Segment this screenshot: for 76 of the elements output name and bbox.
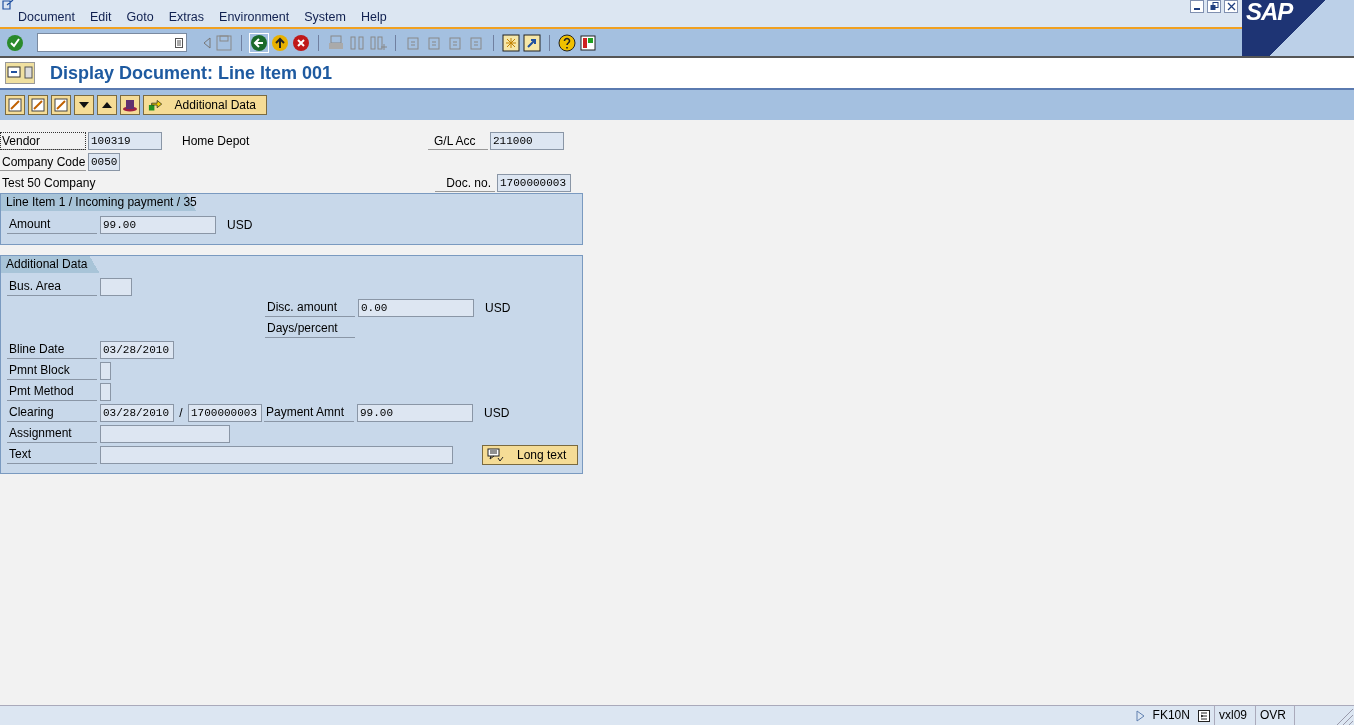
restore-icon [1209, 2, 1219, 11]
menu-item[interactable]: Environment [219, 10, 290, 27]
clearing-date-field[interactable]: 03/28/2010 [100, 403, 174, 422]
minimize-button[interactable] [1190, 0, 1204, 13]
hat-button[interactable] [120, 95, 140, 115]
additional-data-button[interactable]: Additional Data [143, 95, 267, 115]
menu-item[interactable]: Help [360, 10, 387, 27]
triangle-up-icon [101, 100, 113, 110]
vendor-name: Home Depot [181, 132, 251, 150]
text-field[interactable] [100, 445, 453, 464]
baseline-date-field[interactable]: 03/28/2010 [100, 340, 174, 359]
shortcut-icon[interactable] [523, 33, 541, 52]
triangle-down-icon [78, 100, 90, 110]
discount-amount-field[interactable]: 0.00 [358, 298, 474, 317]
input-mode: OVR [1255, 706, 1290, 725]
company-code-field[interactable]: 0050 [88, 152, 120, 171]
resize-grip-icon[interactable] [1334, 706, 1354, 725]
gl-account-field[interactable]: 211000 [490, 131, 564, 150]
menu-item[interactable]: Document [18, 10, 75, 27]
field-label: Amount [7, 215, 97, 234]
field-label: G/L Acc [428, 131, 488, 150]
field-label: Pmt Method [7, 382, 97, 401]
payment-block-field[interactable] [100, 361, 111, 380]
document-icon[interactable] [2, 0, 14, 10]
payment-method-field[interactable] [100, 382, 111, 401]
list-icon[interactable] [175, 37, 183, 48]
payment-amount-field[interactable]: 99.00 [357, 403, 473, 422]
back-icon[interactable] [250, 33, 268, 52]
speech-bubble-icon [487, 447, 505, 462]
long-text-button[interactable]: Long text [482, 444, 578, 465]
document-number-field[interactable]: 1700000003 [497, 173, 571, 192]
close-button[interactable] [1224, 0, 1238, 13]
help-icon[interactable] [558, 33, 576, 52]
close-icon [1226, 2, 1236, 11]
logo: SAP [1246, 0, 1293, 26]
business-area-field[interactable] [100, 277, 132, 296]
clearing-document-field[interactable]: 1700000003 [188, 403, 262, 422]
field-label: Company Code [0, 152, 86, 171]
assignment-field[interactable] [100, 424, 230, 443]
new-window-icon[interactable] [502, 33, 520, 52]
field-label: Vendor [0, 131, 86, 150]
menu-item[interactable]: Goto [126, 10, 154, 27]
field-label: Days/percent [265, 319, 355, 338]
field-label: Bline Date [7, 340, 97, 359]
command-field[interactable] [37, 33, 187, 52]
layout-icon[interactable] [579, 33, 597, 52]
field-label: Doc. no. [435, 173, 495, 192]
currency: USD [227, 217, 253, 232]
separator: / [178, 405, 184, 420]
down-button[interactable] [74, 95, 94, 115]
field-label: Pmnt Block [7, 361, 97, 380]
transaction-code: FK10N [1151, 707, 1191, 724]
field-label: Clearing [7, 403, 97, 422]
vendor-field[interactable]: 100319 [88, 131, 162, 150]
arrow-right-icon [148, 98, 163, 112]
field-label: Disc. amount [265, 298, 355, 317]
up-button[interactable] [97, 95, 117, 115]
menu-item[interactable]: System [304, 10, 346, 27]
restore-button[interactable] [1207, 0, 1221, 13]
company-name: Test 50 Company [1, 174, 97, 192]
menu-item[interactable]: Extras [168, 10, 205, 27]
field-label: Text [7, 445, 97, 464]
field-label: Assignment [7, 424, 97, 443]
cancel-icon[interactable] [292, 33, 310, 52]
currency: USD [485, 300, 511, 315]
screen-title: Display Document: Line Item 001 [50, 62, 333, 84]
server-name: vxl09 [1213, 706, 1251, 725]
triangle-right-icon[interactable] [1135, 709, 1145, 722]
list-icon[interactable] [1197, 709, 1210, 722]
field-label: Bus. Area [7, 277, 97, 296]
hat-icon [122, 97, 138, 113]
check-icon[interactable] [6, 33, 24, 52]
currency: USD [484, 405, 510, 420]
amount-field[interactable]: 99.00 [100, 215, 216, 234]
field-label: Payment Amnt [264, 403, 354, 422]
menu-item[interactable]: Edit [90, 10, 112, 27]
